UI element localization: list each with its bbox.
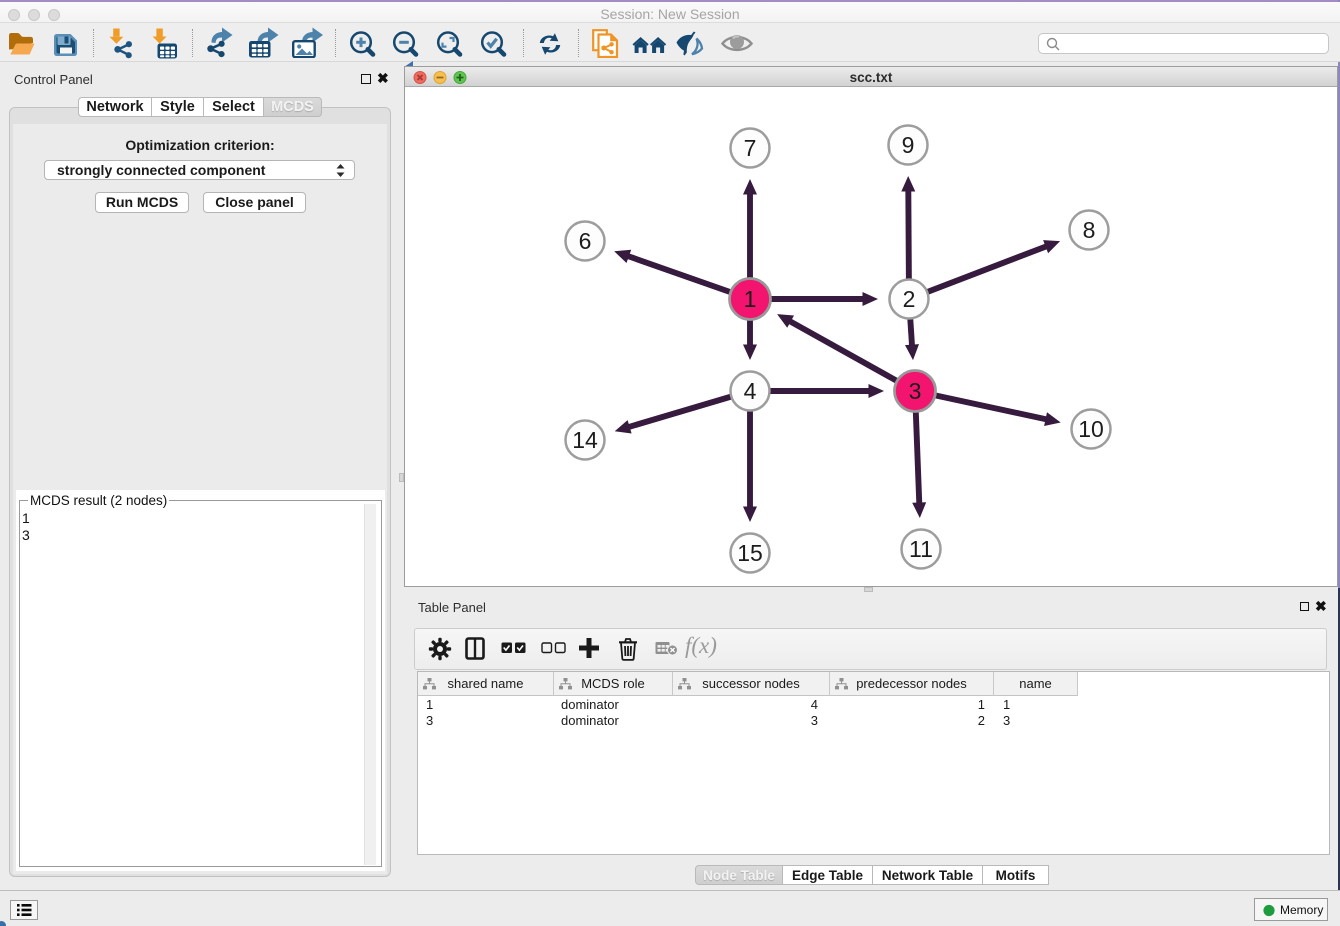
svg-text:1: 1 [744,286,757,312]
svg-text:7: 7 [744,135,757,161]
svg-text:15: 15 [737,540,763,566]
svg-text:11: 11 [909,536,933,562]
svg-text:10: 10 [1078,416,1104,442]
svg-text:8: 8 [1083,217,1096,243]
svg-text:2: 2 [903,286,916,312]
svg-text:6: 6 [579,228,592,254]
svg-text:3: 3 [909,378,922,404]
svg-text:14: 14 [572,427,598,453]
svg-text:4: 4 [744,378,757,404]
svg-text:9: 9 [902,132,915,158]
